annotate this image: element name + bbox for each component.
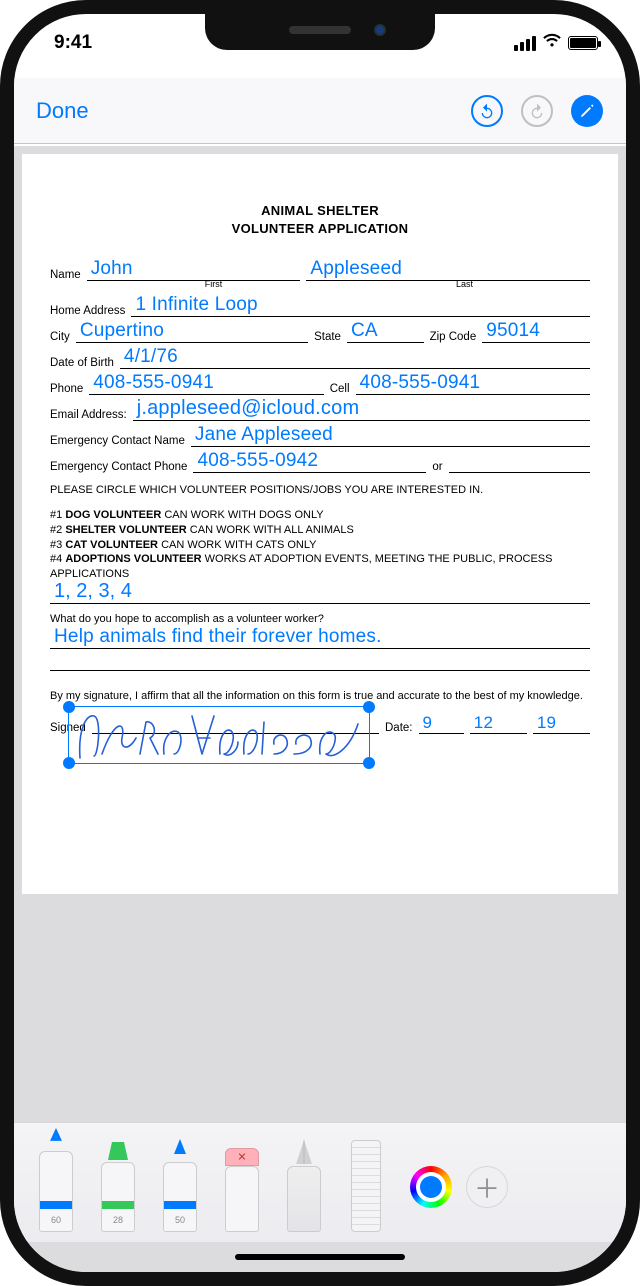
add-annotation-button[interactable]: ＋ [466, 1166, 508, 1208]
value-choices: 1, 2, 3, 4 [54, 580, 132, 603]
position-row: #4 ADOPTIONS VOLUNTEER WORKS AT ADOPTION… [50, 552, 590, 582]
value-ec-phone: 408-555-0942 [197, 450, 318, 472]
redo-button[interactable] [520, 94, 554, 128]
phone-frame: 9:41 Done ANIMAL SHELTER [0, 0, 640, 1286]
document-page: ANIMAL SHELTER VOLUNTEER APPLICATION Nam… [22, 154, 618, 894]
doc-title-1: ANIMAL SHELTER [50, 202, 590, 220]
done-button[interactable]: Done [36, 98, 89, 124]
value-last-name: Appleseed [310, 258, 402, 280]
marker-tip-icon [104, 1140, 132, 1162]
signature-stroke [74, 710, 366, 760]
label-email: Email Address: [50, 409, 127, 421]
status-time: 9:41 [54, 32, 92, 54]
label-cell: Cell [330, 383, 350, 395]
markup-pen-button[interactable] [570, 94, 604, 128]
position-row: #1 DOG VOLUNTEER CAN WORK WITH DOGS ONLY [50, 508, 590, 523]
value-sign-day: 12 [474, 713, 493, 733]
pen-size: 60 [51, 1215, 61, 1225]
value-state: CA [351, 320, 378, 342]
value-email: j.appleseed@icloud.com [137, 397, 360, 420]
wifi-icon [542, 32, 562, 54]
lasso-tip-icon [292, 1138, 316, 1166]
value-ec-name: Jane Appleseed [195, 424, 333, 446]
value-first-name: John [91, 258, 133, 280]
status-bar: 9:41 [14, 22, 626, 62]
doc-title-2: VOLUNTEER APPLICATION [50, 220, 590, 238]
label-city: City [50, 331, 70, 343]
battery-icon [568, 36, 598, 50]
hope-question: What do you hope to accomplish as a volu… [50, 612, 590, 627]
value-hope: Help animals find their forever homes. [54, 626, 382, 648]
label-state: State [314, 331, 341, 343]
value-sign-year: 19 [537, 713, 556, 733]
tool-pen[interactable]: 60 [32, 1127, 80, 1232]
label-or: or [432, 461, 442, 473]
undo-button[interactable] [470, 94, 504, 128]
pencil-tip-icon [168, 1138, 192, 1162]
current-color-swatch [420, 1176, 442, 1198]
pencil-size: 50 [175, 1215, 185, 1225]
value-sign-month: 9 [423, 713, 433, 733]
affirmation-text: By my signature, I affirm that all the i… [50, 689, 590, 704]
tool-eraser[interactable]: ✕ [218, 1127, 266, 1232]
value-cell: 408-555-0941 [360, 372, 481, 394]
positions-intro: PLEASE CIRCLE WHICH VOLUNTEER POSITIONS/… [50, 483, 590, 498]
markup-toolbar: Done [14, 78, 626, 144]
document-canvas[interactable]: ANIMAL SHELTER VOLUNTEER APPLICATION Nam… [14, 146, 626, 1272]
label-home-address: Home Address [50, 305, 125, 317]
position-row: #3 CAT VOLUNTEER CAN WORK WITH CATS ONLY [50, 538, 590, 553]
pen-tip-icon [44, 1127, 68, 1151]
label-dob: Date of Birth [50, 357, 114, 369]
cellular-icon [514, 36, 536, 51]
tool-palette: 60 28 50 ✕ ＋ [14, 1122, 626, 1242]
value-zip: 95014 [486, 320, 540, 342]
label-date: Date: [385, 722, 413, 734]
label-zip: Zip Code [430, 331, 477, 343]
value-dob: 4/1/76 [124, 346, 178, 368]
label-phone: Phone [50, 383, 83, 395]
color-picker[interactable] [410, 1166, 452, 1208]
marker-size: 28 [113, 1215, 123, 1225]
position-row: #2 SHELTER VOLUNTEER CAN WORK WITH ALL A… [50, 523, 590, 538]
home-indicator[interactable] [235, 1254, 405, 1260]
value-home-address: 1 Infinite Loop [135, 294, 257, 316]
value-phone: 408-555-0941 [93, 372, 214, 394]
value-city: Cupertino [80, 320, 164, 342]
tool-pencil[interactable]: 50 [156, 1127, 204, 1232]
label-ec-phone: Emergency Contact Phone [50, 461, 187, 473]
tool-lasso[interactable] [280, 1127, 328, 1232]
tool-ruler[interactable] [342, 1127, 390, 1232]
tool-marker[interactable]: 28 [94, 1127, 142, 1232]
label-ec-name: Emergency Contact Name [50, 435, 185, 447]
